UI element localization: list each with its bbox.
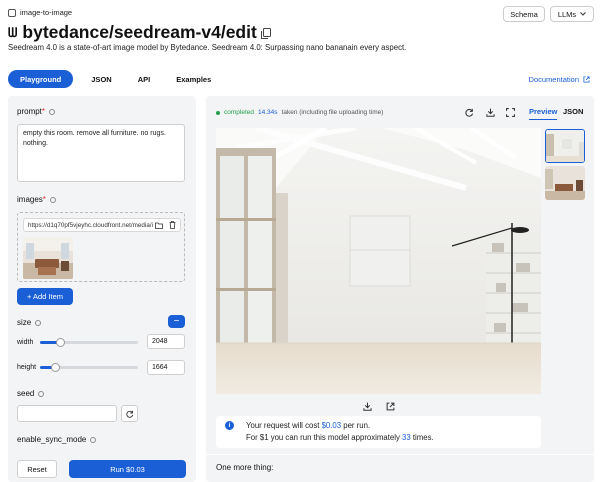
size-collapse-button[interactable]: − [168,315,185,328]
refresh-icon [125,410,133,418]
info-icon[interactable] [49,108,56,115]
chevron-down-icon [580,12,587,16]
tab-preview[interactable]: Preview [529,107,558,120]
cost-line2-text: For $1 you can run this model approximat… [246,433,403,442]
runs-value: 33 [402,433,411,442]
prompt-label: prompt* [17,107,56,116]
cost-value: $0.03 [321,421,342,430]
images-label-text: images [17,195,43,204]
status-dot [216,110,220,115]
info-icon: i [225,421,234,430]
trash-icon[interactable] [169,221,176,229]
images-list: https://d1q70pf5vjeyhc.cloudfront.net/me… [17,212,185,282]
brand-logo: ᗯ [8,24,17,40]
info-icon[interactable] [49,196,56,203]
seed-label-text: seed [17,389,35,398]
output-thumbnail-1[interactable] [545,129,585,163]
download-icon[interactable] [486,108,495,117]
tab-api[interactable]: API [128,70,161,88]
prompt-label-text: prompt [17,107,42,116]
category-tag: image-to-image [8,8,72,17]
run-status: completed 14.34s taken (including file u… [216,109,383,116]
height-slider-handle[interactable] [50,363,60,372]
add-item-button[interactable]: + Add Item [17,288,73,305]
model-name: bytedance/seedream-v4/edit [22,22,257,42]
info-icon[interactable] [35,319,42,326]
width-slider[interactable] [40,338,138,347]
expand-icon[interactable] [506,108,515,117]
refresh-icon[interactable] [465,108,474,117]
model-description: Seedream 4.0 is a state-of-art image mod… [8,43,407,52]
elapsed-note: taken (including file uploading time) [281,109,384,116]
sync-mode-label-text: enable_sync_mode [17,435,87,444]
external-link-icon [583,76,590,83]
info-icon[interactable] [38,390,45,397]
category-label: image-to-image [20,8,73,17]
tab-output-json[interactable]: JSON [563,107,583,116]
output-thumbnail-2[interactable] [545,166,585,200]
cost-line2-suffix: times. [410,433,434,442]
schema-button[interactable]: Schema [503,6,545,22]
tab-examples[interactable]: Examples [166,70,221,88]
status-text: completed [224,109,254,116]
main-tabs: Playground JSON API Examples [8,70,221,88]
output-image [216,128,541,394]
run-button[interactable]: Run $0.03 [69,460,186,478]
category-icon [8,8,16,17]
seed-input[interactable] [17,405,117,422]
page-title: ᗯ bytedance/seedream-v4/edit [8,22,271,43]
copy-icon[interactable] [260,28,271,39]
sync-mode-label: enable_sync_mode [17,435,97,444]
prompt-input[interactable]: empty this room. remove all furniture. n… [17,124,185,182]
cost-line1-text: Your request will cost [246,421,322,430]
cost-line1-suffix: per run. [341,421,371,430]
size-label-text: size [17,318,32,327]
one-more-heading: One more thing: [216,463,274,472]
image-url-input[interactable]: https://d1q70pf5vjeyhc.cloudfront.net/me… [23,218,181,232]
images-label: images* [17,195,56,204]
input-panel: prompt* empty this room. remove all furn… [8,96,196,482]
reset-button[interactable]: Reset [17,460,57,478]
tab-json[interactable]: JSON [81,70,121,88]
height-label: height [17,364,37,371]
folder-icon[interactable] [155,222,163,229]
image-url-text: https://d1q70pf5vjeyhc.cloudfront.net/me… [28,221,153,229]
llms-dropdown[interactable]: LLMs [550,6,594,22]
width-slider-handle[interactable] [55,338,65,347]
required-mark: * [42,195,46,204]
llms-label: LLMs [557,9,577,19]
height-slider[interactable] [40,363,138,372]
tab-playground[interactable]: Playground [8,70,74,88]
documentation-link[interactable]: Documentation [529,75,590,84]
input-image-thumbnail [23,237,73,279]
download-icon[interactable] [363,402,372,411]
info-icon[interactable] [90,436,97,443]
external-link-icon[interactable] [386,402,395,411]
schema-label: Schema [510,9,538,19]
elapsed-time: 14.34s [258,109,278,116]
output-panel: completed 14.34s taken (including file u… [206,96,594,482]
height-input[interactable]: 1664 [147,360,185,375]
cost-info: i Your request will cost $0.03 per run. … [216,416,541,448]
seed-label: seed [17,389,45,398]
divider [206,454,594,455]
width-label: width [17,339,34,346]
documentation-label: Documentation [528,75,579,84]
size-label: size [17,318,42,327]
random-seed-button[interactable] [121,405,138,422]
width-input[interactable]: 2048 [147,334,185,349]
required-mark: * [41,107,46,116]
